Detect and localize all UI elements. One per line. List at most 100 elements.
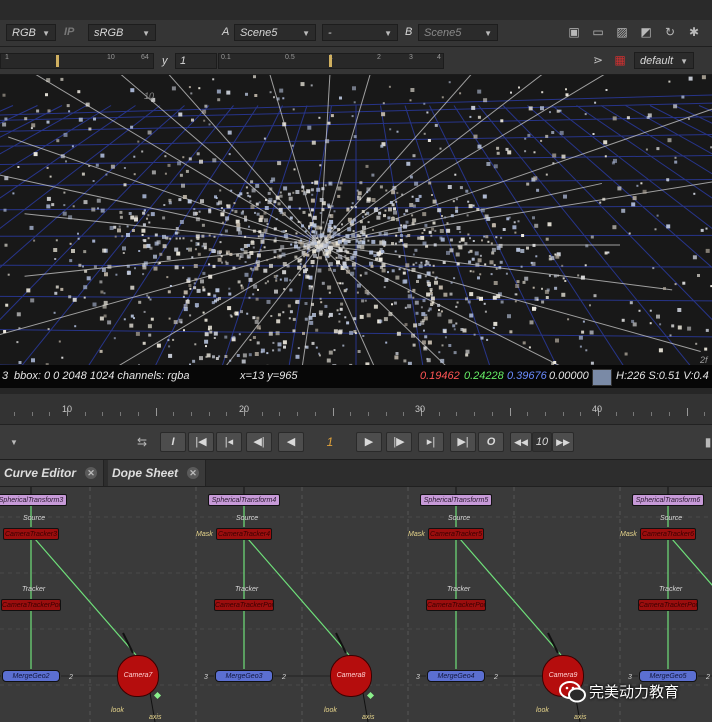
cloud-point [439, 229, 444, 233]
out-point-button[interactable]: O [478, 432, 504, 452]
camera-node[interactable]: Camera7 [117, 655, 159, 697]
lut-dropdown[interactable]: default ▼ [634, 52, 694, 69]
last-frame-icon[interactable]: ▶| [450, 432, 476, 452]
cloud-point [327, 121, 331, 125]
play-forward-icon[interactable]: ▶ [356, 432, 382, 452]
cloud-point [455, 322, 458, 325]
cloud-point [178, 318, 183, 323]
gamma-input[interactable]: 1 [175, 53, 217, 69]
gain-slider[interactable]: 1 10 64 [0, 53, 154, 69]
first-frame-icon[interactable]: |◀ [188, 432, 214, 452]
mask-icon[interactable]: ◩ [638, 25, 654, 40]
cloud-point [212, 78, 215, 81]
input-b-dropdown[interactable]: Scene5 ▼ [418, 24, 498, 41]
cloud-point [100, 290, 104, 294]
cloud-point [405, 209, 409, 213]
cloud-point [324, 237, 328, 241]
colorspace-dropdown[interactable]: sRGB ▼ [88, 24, 156, 41]
tab-dope-sheet[interactable]: Dope Sheet ✕ [108, 460, 206, 486]
cloud-point [69, 259, 73, 263]
merge-geo-node[interactable]: MergeGeo2 [2, 670, 60, 682]
skip-forward-icon[interactable]: ▶▶ [552, 432, 574, 452]
gamma-slider[interactable]: 0.1 0.5 1 2 3 4 [218, 53, 444, 69]
close-icon[interactable]: ✕ [187, 467, 199, 479]
wipe-icon[interactable]: ▨ [614, 25, 630, 40]
cloud-point [465, 353, 469, 357]
input-a-dropdown[interactable]: Scene5 ▼ [234, 24, 316, 41]
cloud-point [30, 298, 35, 303]
prev-keyframe-icon[interactable]: |◂ [216, 432, 242, 452]
cloud-point [359, 181, 363, 185]
gain-slider-handle[interactable] [56, 55, 59, 67]
cloud-point [364, 299, 367, 302]
cloud-point [305, 345, 309, 349]
close-icon[interactable]: ✕ [85, 467, 97, 479]
cloud-point [536, 188, 540, 192]
gamma-slider-handle[interactable] [329, 55, 332, 67]
camera-tracker-node[interactable]: CameraTracker6 [640, 528, 696, 540]
cloud-point [72, 205, 75, 208]
cloud-point [311, 285, 313, 288]
step-back-icon[interactable]: ◀| [246, 432, 272, 452]
cloud-point [68, 295, 72, 299]
ruler-tick [544, 412, 546, 416]
tab-label: Curve Editor [4, 466, 77, 480]
tab-curve-editor[interactable]: Curve Editor ✕ [0, 460, 104, 486]
ip-button[interactable]: IP [64, 24, 74, 41]
cloud-point [250, 180, 254, 184]
spherical-transform-node[interactable]: SphericalTransform3 [0, 494, 67, 506]
step-forward-icon[interactable]: |▶ [386, 432, 412, 452]
point-cloud-node[interactable]: CameraTrackerPointCloud4 [214, 599, 274, 611]
merge-geo-node[interactable]: MergeGeo4 [427, 670, 485, 682]
cloud-point [491, 223, 496, 228]
play-back-icon[interactable]: ◀ [278, 432, 304, 452]
next-keyframe-icon[interactable]: ▸| [418, 432, 444, 452]
merge-geo-node[interactable]: MergeGeo3 [215, 670, 273, 682]
cloud-point [248, 277, 253, 282]
camera-tracker-node[interactable]: CameraTracker4 [216, 528, 272, 540]
frame-icon[interactable]: ▭ [590, 25, 606, 40]
mask-pipe-label: Mask [408, 531, 425, 538]
cloud-point [705, 248, 710, 253]
camera-ray [319, 244, 701, 352]
point-cloud-node[interactable]: CameraTrackerPointCloud6 [638, 599, 698, 611]
dropdown-arrow-icon[interactable]: ▼ [6, 435, 22, 450]
camera-tracker-node[interactable]: CameraTracker3 [3, 528, 59, 540]
more-icon[interactable]: ▮ [700, 435, 712, 450]
point-cloud-node[interactable]: CameraTrackerPointCloud5 [426, 599, 486, 611]
in-point-button[interactable]: I [160, 432, 186, 452]
lut-icon[interactable]: ▦ [612, 53, 628, 68]
cloud-point [199, 159, 203, 164]
spherical-transform-node[interactable]: SphericalTransform4 [208, 494, 280, 506]
cloud-point [283, 345, 286, 349]
spherical-transform-node[interactable]: SphericalTransform5 [420, 494, 492, 506]
cloud-point [407, 234, 411, 237]
skip-back-icon[interactable]: ◀◀ [510, 432, 532, 452]
refresh-icon[interactable]: ↻ [662, 25, 678, 40]
compare-mode-dropdown[interactable]: - ▼ [322, 24, 398, 41]
spherical-transform-node[interactable]: SphericalTransform6 [632, 494, 704, 506]
point-cloud-node[interactable]: CameraTrackerPointCloud3 [1, 599, 61, 611]
cloud-point [234, 210, 238, 214]
cloud-point [394, 250, 397, 253]
camera-tracker-node[interactable]: CameraTracker5 [428, 528, 484, 540]
cloud-point [483, 98, 488, 103]
timeline-ruler[interactable]: 10 20 30 40 [0, 394, 712, 425]
channel-dropdown[interactable]: RGB ▼ [6, 24, 56, 41]
cloud-point [189, 314, 192, 317]
cloud-point [164, 172, 167, 175]
cloud-point [255, 297, 259, 301]
camera-node[interactable]: Camera8 [330, 655, 372, 697]
settings-icon[interactable]: ✱ [686, 25, 702, 40]
cloud-point [218, 250, 222, 254]
cloud-point [297, 265, 302, 270]
current-frame[interactable]: 1 [310, 432, 350, 452]
flip-icon[interactable]: ⋗ [590, 53, 606, 68]
cloud-point [228, 292, 232, 296]
viewer-3d[interactable]: 10 2f [0, 75, 712, 365]
loop-mode-icon[interactable]: ⇆ [134, 435, 150, 450]
cloud-point [168, 345, 171, 348]
roi-icon[interactable]: ▣ [566, 25, 582, 40]
frame-increment-field[interactable]: 10 [532, 432, 552, 452]
cloud-point [198, 210, 201, 213]
